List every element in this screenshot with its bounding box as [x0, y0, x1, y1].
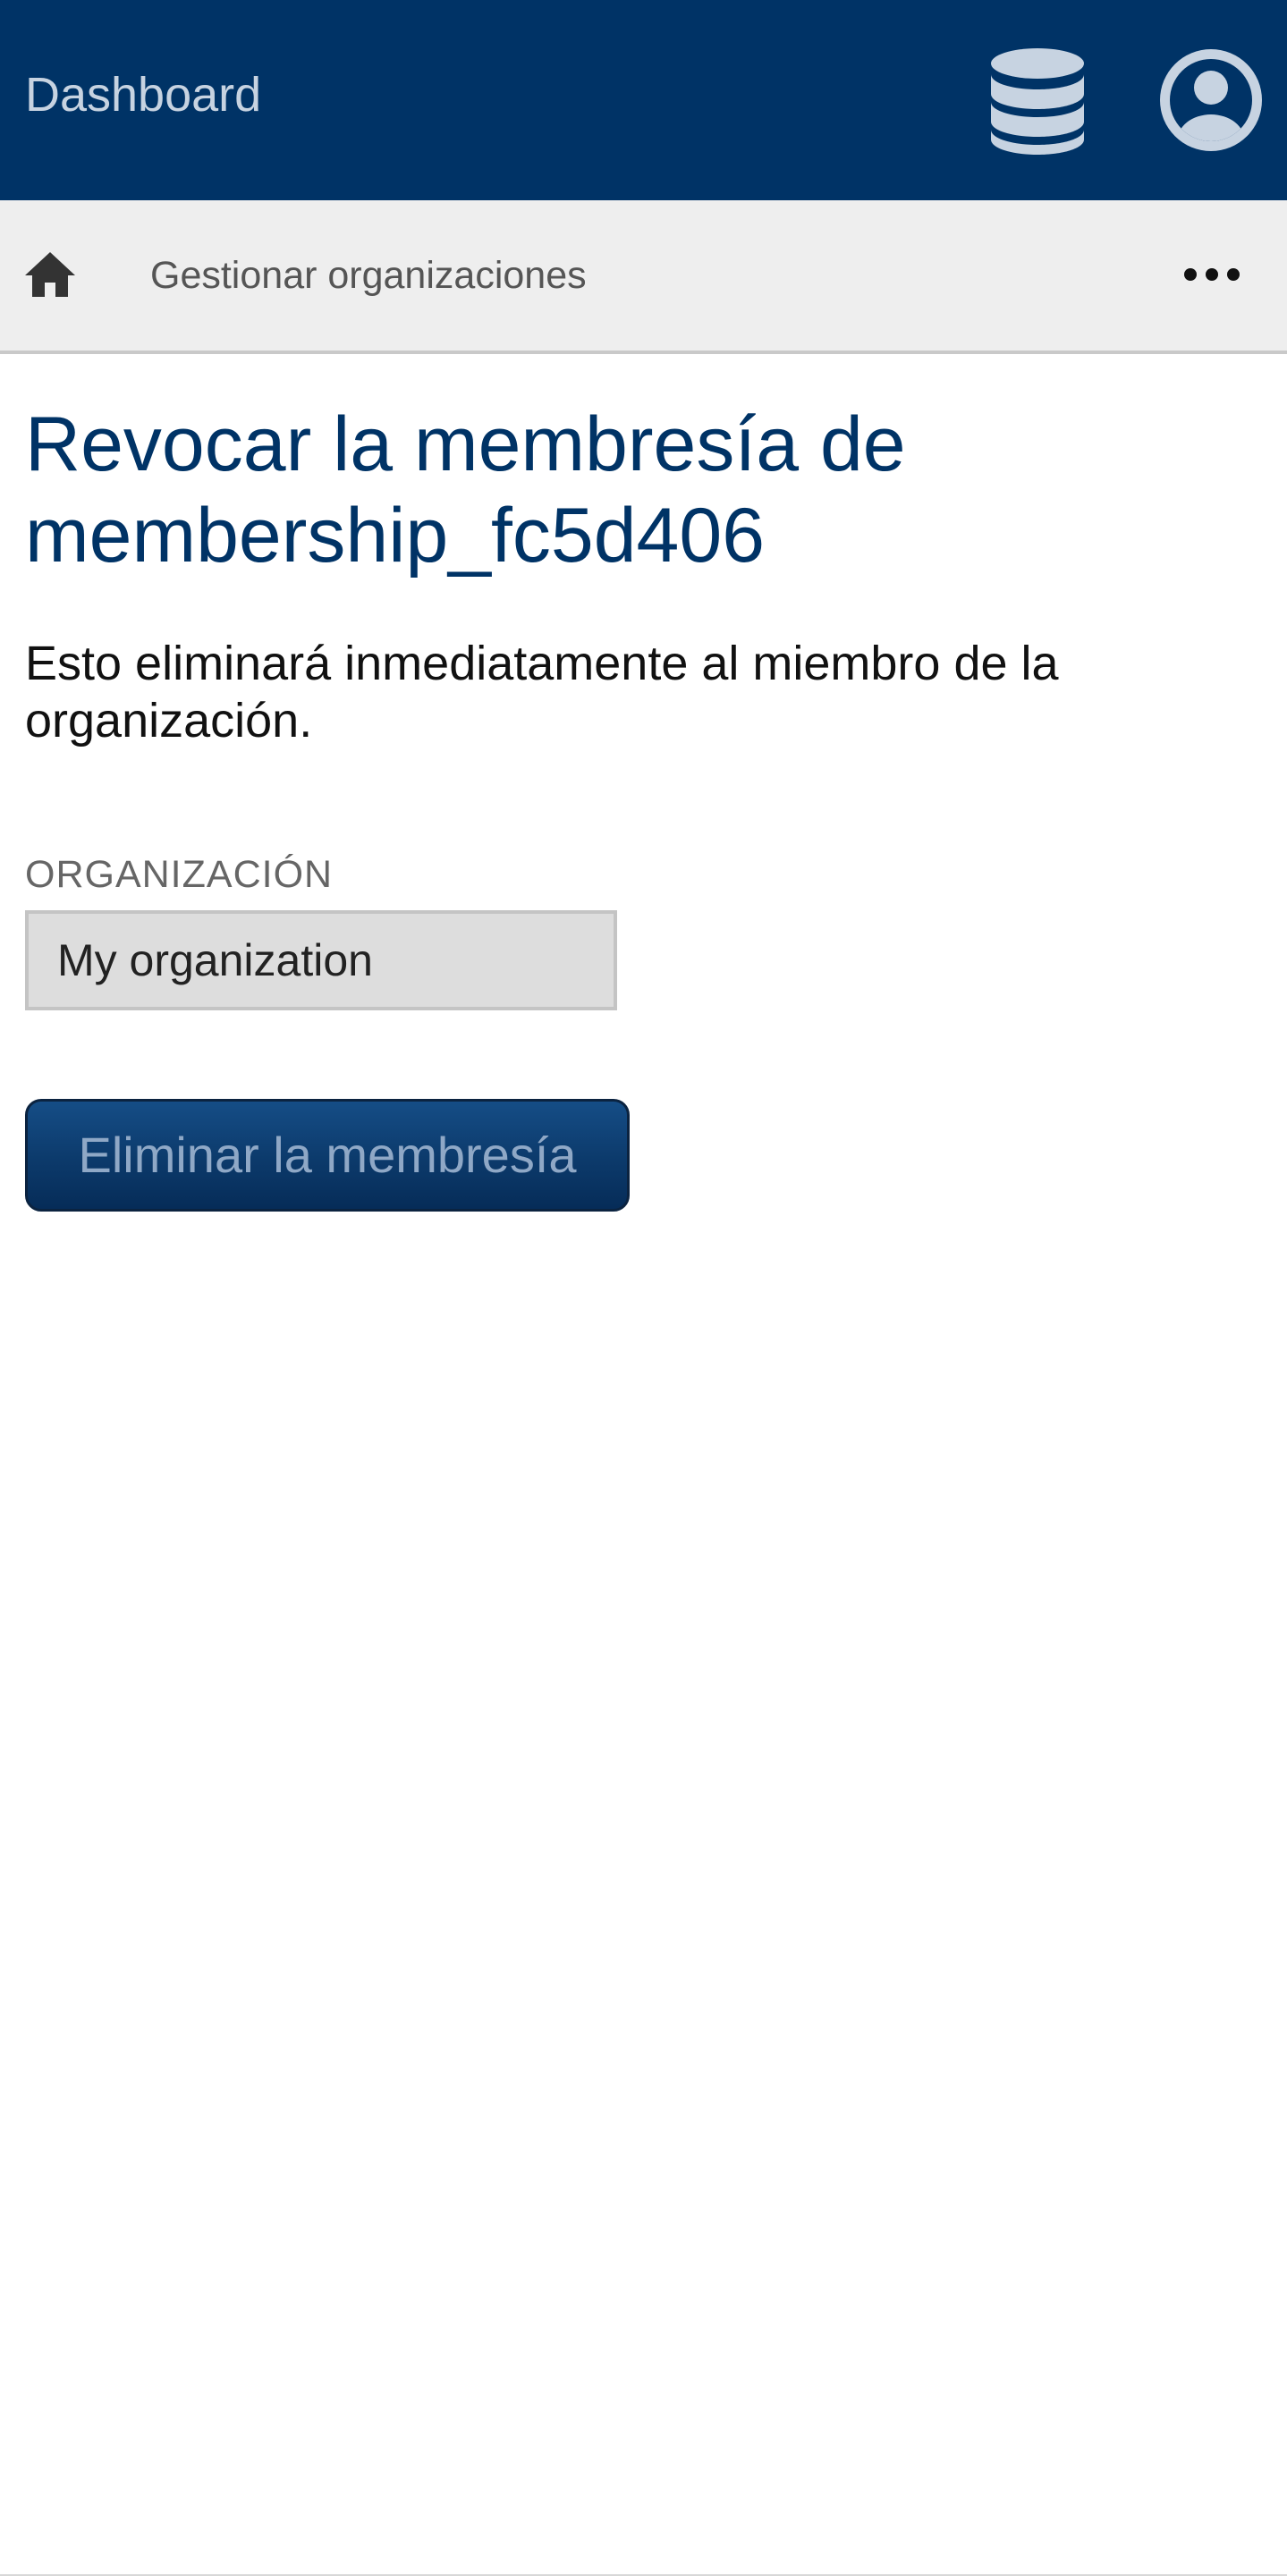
organization-label: ORGANIZACIÓN	[25, 853, 334, 896]
home-icon	[25, 252, 75, 297]
page-title: Revocar la membresía de membership_fc5d4…	[25, 401, 906, 579]
database-icon	[991, 48, 1084, 155]
breadcrumb-manage-organizations[interactable]: Gestionar organizaciones	[150, 252, 587, 299]
database-button[interactable]	[986, 46, 1089, 156]
dashboard-link[interactable]: Dashboard	[25, 66, 261, 123]
more-options-button[interactable]	[1181, 252, 1243, 297]
home-button[interactable]	[21, 245, 79, 302]
user-menu-button[interactable]	[1159, 48, 1263, 152]
breadcrumb: Gestionar organizaciones	[0, 200, 1287, 354]
user-circle-icon	[1160, 49, 1262, 151]
remove-membership-button[interactable]: Eliminar la membresía	[25, 1099, 630, 1212]
organization-field[interactable]	[25, 910, 617, 1010]
ellipsis-icon	[1184, 268, 1240, 281]
revoke-description: Esto eliminará inmediatamente al miembro…	[25, 637, 1059, 747]
top-navbar: Dashboard	[0, 0, 1287, 200]
